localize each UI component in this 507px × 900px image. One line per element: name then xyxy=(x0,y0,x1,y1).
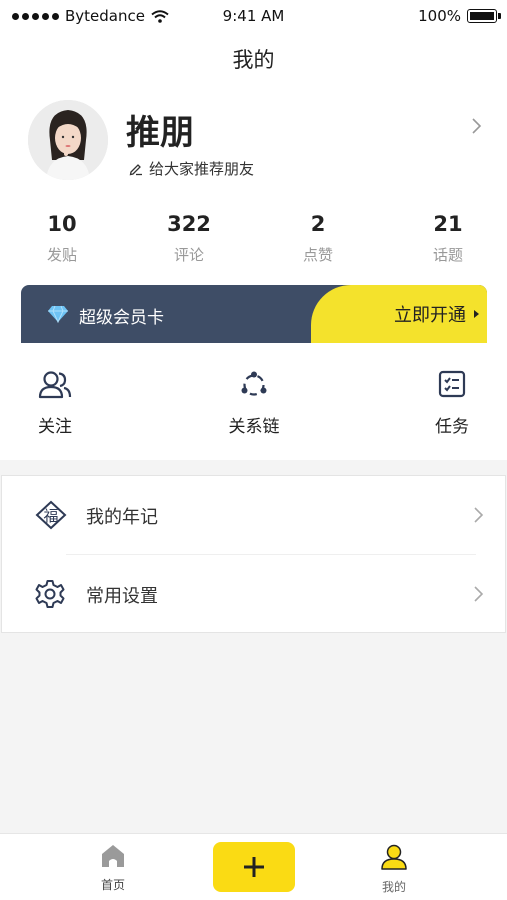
menu-label: 常用设置 xyxy=(86,586,158,607)
quick-action-network[interactable]: 关系链 xyxy=(213,345,295,460)
stat-value: 2 xyxy=(310,212,326,236)
quick-action-tasks[interactable]: 任务 xyxy=(412,345,492,460)
chevron-right-icon xyxy=(474,507,484,523)
diamond-icon xyxy=(48,305,68,323)
stat-topics[interactable]: 21 话题 xyxy=(398,212,498,265)
network-icon xyxy=(241,371,267,396)
stat-posts[interactable]: 10 发贴 xyxy=(12,212,112,265)
stat-comments[interactable]: 322 评论 xyxy=(139,212,239,265)
quick-action-label: 关系链 xyxy=(228,417,280,437)
battery-percent: 100% xyxy=(418,7,461,25)
tab-mine[interactable]: 我的 xyxy=(354,844,434,895)
profile-signature[interactable]: 给大家推荐朋友 xyxy=(128,158,254,179)
battery-icon xyxy=(467,9,501,23)
profile-name: 推朋 xyxy=(126,113,194,153)
stat-value: 10 xyxy=(47,212,77,236)
avatar-portrait-icon xyxy=(28,100,108,180)
user-icon xyxy=(381,844,407,870)
vip-open-label: 立即开通 xyxy=(394,305,466,326)
quick-actions: 关注 关系链 任务 xyxy=(0,345,507,460)
user-follow-icon xyxy=(38,371,72,399)
quick-action-label: 关注 xyxy=(38,417,72,437)
menu-item-settings[interactable]: 常用设置 xyxy=(2,555,507,633)
quick-action-label: 任务 xyxy=(435,417,469,437)
caret-right-icon xyxy=(474,310,479,318)
add-post-button[interactable] xyxy=(213,842,295,892)
stat-value: 21 xyxy=(433,212,463,236)
menu-item-yearbook[interactable]: 福 我的年记 xyxy=(2,476,507,555)
stat-value: 322 xyxy=(167,212,211,236)
vip-card[interactable]: 超级会员卡 立即开通 xyxy=(21,285,487,343)
stat-label: 评论 xyxy=(173,246,204,264)
tab-label: 我的 xyxy=(381,880,406,894)
stats-row: 10 发贴 322 评论 2 点赞 21 话题 xyxy=(0,212,507,272)
tab-home[interactable]: 首页 xyxy=(73,844,153,893)
home-icon xyxy=(102,845,124,867)
settings-menu: 福 我的年记 常用设置 xyxy=(1,475,506,633)
signature-text: 给大家推荐朋友 xyxy=(149,160,255,178)
vip-title: 超级会员卡 xyxy=(79,308,164,328)
stat-likes[interactable]: 2 点赞 xyxy=(268,212,368,265)
page-title: 我的 xyxy=(232,48,275,72)
avatar[interactable] xyxy=(28,100,108,180)
fu-badge-icon: 福 xyxy=(35,500,67,530)
profile-chevron-icon[interactable] xyxy=(470,117,482,135)
task-checklist-icon xyxy=(438,370,466,398)
stat-label: 点赞 xyxy=(302,246,333,264)
stat-label: 话题 xyxy=(432,246,463,264)
vip-open-button[interactable]: 立即开通 xyxy=(311,285,487,343)
chevron-right-icon xyxy=(474,586,484,602)
gear-icon xyxy=(35,580,65,608)
plus-icon xyxy=(244,857,264,877)
stat-label: 发贴 xyxy=(46,246,77,264)
tab-bar: 首页 我的 xyxy=(0,833,507,900)
quick-action-follow[interactable]: 关注 xyxy=(15,345,95,460)
fu-badge-text: 福 xyxy=(43,507,58,525)
status-bar: Bytedance 9:41 AM 100% xyxy=(0,0,507,32)
tab-label: 首页 xyxy=(100,878,125,892)
edit-pencil-icon xyxy=(129,164,142,176)
menu-label: 我的年记 xyxy=(86,507,158,528)
